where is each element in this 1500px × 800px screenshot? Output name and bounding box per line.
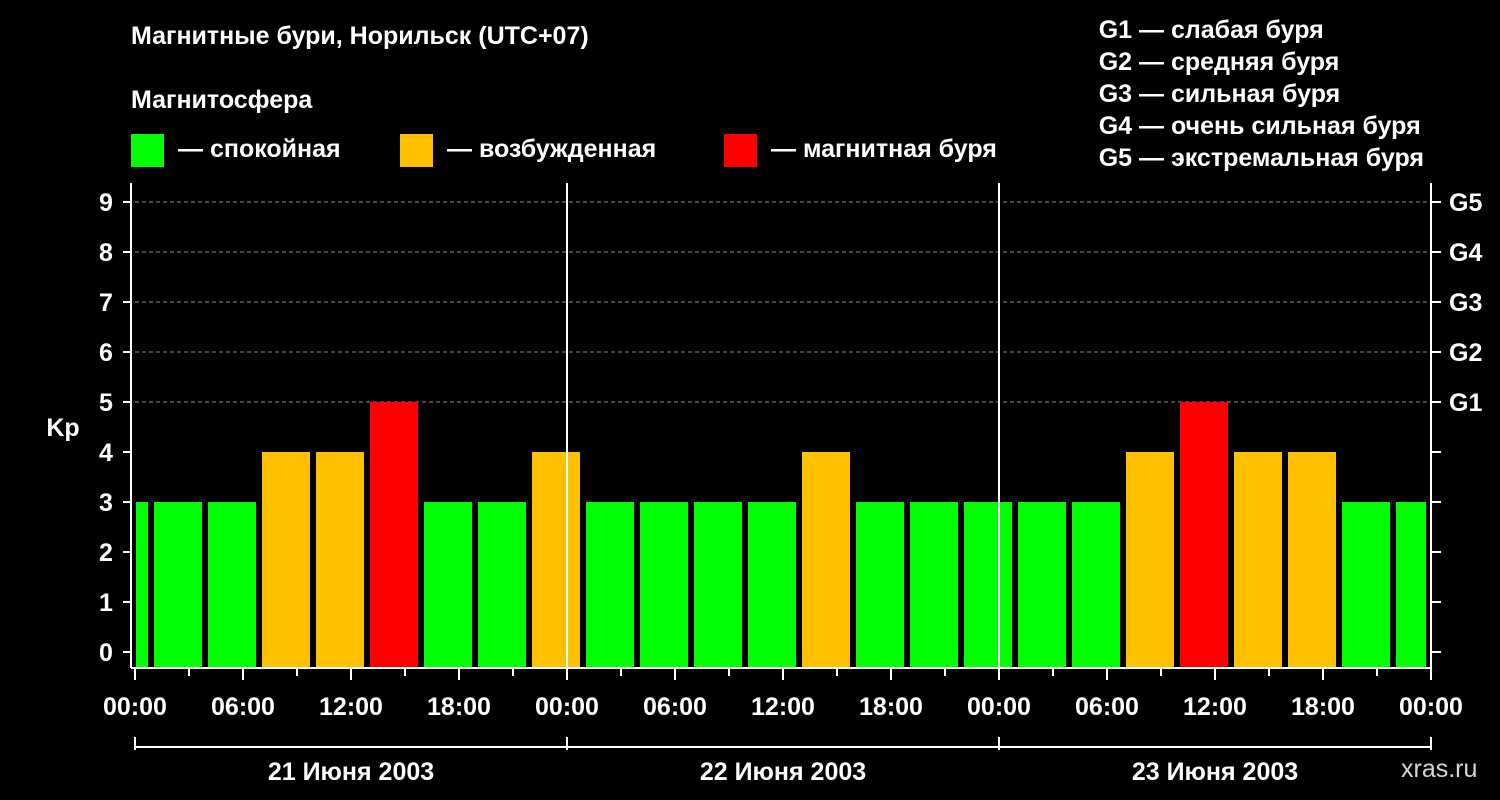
kp-bar	[424, 502, 472, 668]
x-tick-label: 00:00	[1399, 693, 1463, 721]
kp-bar	[136, 502, 148, 668]
g-tick-label: G1	[1449, 389, 1482, 417]
x-tick-label: 00:00	[103, 693, 167, 721]
kp-bar	[1288, 452, 1336, 668]
y-tick-label: 0	[99, 639, 113, 667]
y-tick-label: 1	[99, 589, 113, 617]
x-tick-label: 12:00	[1183, 693, 1247, 721]
y-tick-label: 7	[99, 289, 113, 317]
x-tick-label: 18:00	[859, 693, 923, 721]
kp-bar	[964, 502, 1012, 668]
kp-bar	[1234, 452, 1282, 668]
kp-bar	[748, 502, 796, 668]
x-tick-label: 00:00	[967, 693, 1031, 721]
kp-bar	[316, 452, 364, 668]
x-tick-label: 18:00	[427, 693, 491, 721]
day-label: 22 Июня 2003	[700, 758, 866, 786]
kp-bar-chart: 0 1 2 3 4 5 6 7 8 9 G1 G2 G3 G4 G5 Kp 00:00 06:00 12:00 18:…	[46, 183, 1482, 786]
y-tick-label: 6	[99, 339, 113, 367]
kp-bar	[478, 502, 526, 668]
day-label: 23 Июня 2003	[1132, 758, 1298, 786]
x-tick-label: 06:00	[211, 693, 275, 721]
y-tick-label: 2	[99, 539, 113, 567]
watermark: xras.ru	[1401, 755, 1478, 783]
kp-bar	[1126, 452, 1174, 668]
g-tick-label: G3	[1449, 289, 1482, 317]
y-tick-label: 3	[99, 489, 113, 517]
x-tick-label: 00:00	[535, 693, 599, 721]
kp-bar	[532, 452, 580, 668]
kp-bar	[1342, 502, 1390, 668]
kp-bar	[1396, 502, 1426, 668]
g-tick-label: G2	[1449, 339, 1482, 367]
kp-bar	[640, 502, 688, 668]
x-tick-label: 12:00	[319, 693, 383, 721]
kp-bar	[910, 502, 958, 668]
kp-bar	[154, 502, 202, 668]
kp-bar	[694, 502, 742, 668]
y-tick-label: 5	[99, 389, 113, 417]
day-label: 21 Июня 2003	[268, 758, 434, 786]
kp-bar	[1018, 502, 1066, 668]
x-tick-label: 18:00	[1291, 693, 1355, 721]
kp-bar	[370, 402, 418, 668]
g-tick-label: G4	[1449, 239, 1482, 267]
x-tick-label: 06:00	[1075, 693, 1139, 721]
g-tick-label: G5	[1449, 189, 1482, 217]
x-tick-label: 12:00	[751, 693, 815, 721]
kp-bar	[208, 502, 256, 668]
y-tick-label: 8	[99, 239, 113, 267]
kp-bar	[262, 452, 310, 668]
y-tick-label: 9	[99, 189, 113, 217]
y-axis-label: Kp	[46, 414, 79, 442]
y-tick-label: 4	[99, 439, 113, 467]
kp-bar	[1072, 502, 1120, 668]
kp-bar	[856, 502, 904, 668]
x-tick-label: 06:00	[643, 693, 707, 721]
kp-bar	[802, 452, 850, 668]
kp-bar	[586, 502, 634, 668]
kp-bar	[1180, 402, 1228, 668]
